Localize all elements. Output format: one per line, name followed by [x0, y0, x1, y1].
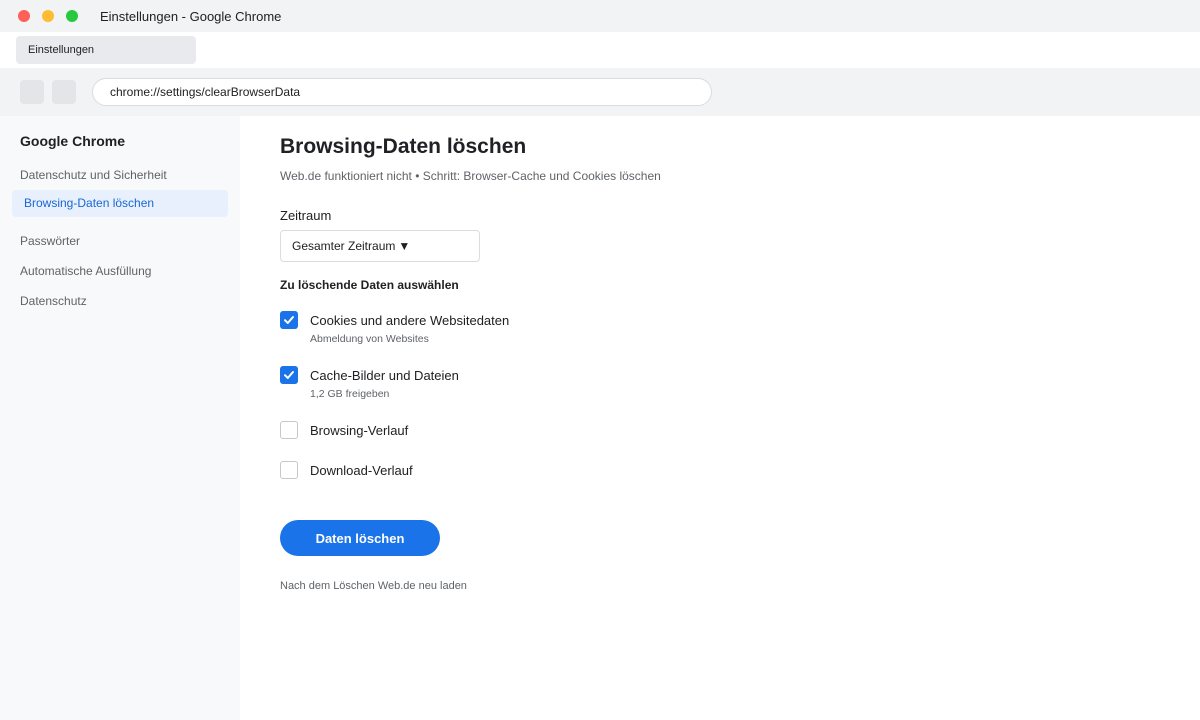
option-sublabel: 1,2 GB freigeben: [310, 388, 390, 400]
sidebar-item-passwords[interactable]: Passwörter: [20, 234, 80, 248]
option-label: Cache-Bilder und Dateien: [310, 368, 459, 383]
page-subtitle: Web.de funktioniert nicht • Schritt: Bro…: [280, 169, 661, 183]
time-range-value: Gesamter Zeitraum: [292, 239, 396, 253]
option-browsing-history[interactable]: Browsing-Verlauf: [280, 421, 880, 461]
browser-toolbar: chrome://settings/clearBrowserData: [0, 68, 1200, 116]
browsing-history-checkbox[interactable]: [280, 421, 298, 439]
time-range-label: Zeitraum: [280, 208, 332, 223]
footnote: Nach dem Löschen Web.de neu laden: [280, 580, 467, 592]
cookies-checkbox[interactable]: [280, 311, 298, 329]
address-bar[interactable]: chrome://settings/clearBrowserData: [92, 78, 712, 106]
sidebar-item-autofill[interactable]: Automatische Ausfüllung: [20, 264, 151, 278]
tab-settings[interactable]: Einstellungen: [16, 36, 196, 64]
settings-sidebar: Google Chrome Datenschutz und Sicherheit…: [0, 116, 240, 720]
section-heading: Zu löschende Daten auswählen: [280, 278, 459, 292]
back-button[interactable]: [20, 80, 44, 104]
sidebar-item-privacy[interactable]: Datenschutz: [20, 294, 87, 308]
option-label: Cookies und andere Websitedaten: [310, 313, 510, 328]
option-label: Browsing-Verlauf: [310, 423, 409, 438]
option-cookies[interactable]: Cookies und andere Websitedaten Abmeldun…: [280, 311, 880, 351]
main-content: Browsing-Daten löschen Web.de funktionie…: [240, 116, 1200, 720]
close-window-button[interactable]: [18, 10, 30, 22]
clear-data-button[interactable]: Daten löschen: [280, 520, 440, 556]
checkmark-icon: [284, 371, 294, 379]
cache-checkbox[interactable]: [280, 366, 298, 384]
option-label: Download-Verlauf: [310, 463, 413, 478]
minimize-window-button[interactable]: [42, 10, 54, 22]
maximize-window-button[interactable]: [66, 10, 78, 22]
title-bar: Einstellungen - Google Chrome: [0, 0, 1200, 32]
option-sublabel: Abmeldung von Websites: [310, 333, 429, 345]
option-cache[interactable]: Cache-Bilder und Dateien 1,2 GB freigebe…: [280, 366, 880, 406]
tab-strip: Einstellungen: [0, 32, 1200, 68]
time-range-select[interactable]: Gesamter Zeitraum ▼: [280, 230, 480, 262]
sidebar-item-clear-browsing-data[interactable]: Browsing-Daten löschen: [12, 190, 228, 217]
forward-button[interactable]: [52, 80, 76, 104]
checkmark-icon: [284, 316, 294, 324]
option-download-history[interactable]: Download-Verlauf: [280, 461, 880, 501]
sidebar-item-privacy-security[interactable]: Datenschutz und Sicherheit: [20, 168, 167, 182]
window-title: Einstellungen - Google Chrome: [100, 9, 282, 24]
caret-down-icon: ▼: [398, 239, 411, 253]
sidebar-title: Google Chrome: [20, 133, 126, 149]
download-history-checkbox[interactable]: [280, 461, 298, 479]
page-title: Browsing-Daten löschen: [280, 135, 527, 158]
